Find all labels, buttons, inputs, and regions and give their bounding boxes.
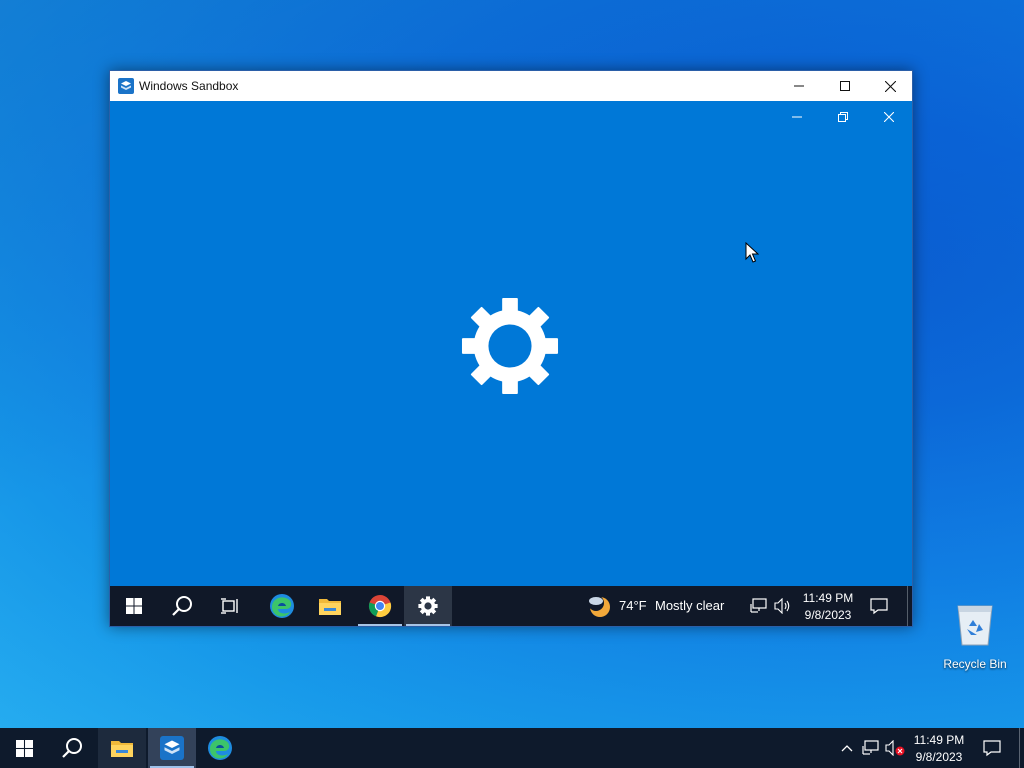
task-view-icon: [221, 598, 238, 614]
inner-close-button[interactable]: [874, 108, 904, 126]
edge-icon: [208, 736, 232, 760]
sandbox-task-view-button[interactable]: [206, 586, 254, 626]
minimize-button[interactable]: [776, 71, 822, 101]
edge-button[interactable]: [196, 728, 244, 768]
settings-icon: [418, 596, 438, 616]
settings-gear-icon: [461, 297, 559, 395]
close-icon: [884, 80, 896, 92]
window-titlebar[interactable]: Windows Sandbox: [110, 71, 912, 101]
minimize-icon: [792, 116, 802, 118]
weather-condition: Mostly clear: [655, 598, 725, 613]
volume-icon[interactable]: [774, 598, 792, 614]
file-explorer-button[interactable]: [98, 728, 146, 768]
sandbox-taskbar[interactable]: 74°F Mostly clear 11:49 PM 9/8/2023: [110, 586, 912, 626]
taskbar[interactable]: 11:49 PM 9/8/2023: [0, 728, 1024, 768]
restore-icon: [838, 112, 848, 122]
search-button[interactable]: [48, 728, 96, 768]
show-hidden-icons-button[interactable]: [836, 728, 858, 768]
running-indicator: [358, 624, 402, 626]
recycle-bin-icon: [957, 605, 993, 646]
running-indicator: [406, 624, 450, 626]
volume-muted-icon: [885, 740, 905, 756]
clock[interactable]: 11:49 PM 9/8/2023: [906, 732, 972, 766]
clock-time: 11:49 PM: [802, 591, 854, 605]
weather-moon-cloud-icon: [588, 595, 610, 617]
sandbox-settings-button[interactable]: [404, 586, 452, 626]
sandbox-screen[interactable]: 74°F Mostly clear 11:49 PM 9/8/2023: [110, 101, 912, 626]
network-button[interactable]: [860, 728, 882, 768]
file-explorer-icon: [111, 741, 133, 757]
minimize-icon: [794, 85, 804, 87]
windows-sandbox-icon: [118, 78, 134, 94]
weather-widget[interactable]: 74°F Mostly clear: [584, 586, 736, 626]
volume-button[interactable]: [884, 728, 906, 768]
start-icon: [15, 739, 33, 757]
network-icon: [862, 740, 879, 755]
clock-date: 9/8/2023: [804, 608, 852, 622]
close-button[interactable]: [867, 71, 913, 101]
maximize-icon: [840, 81, 850, 91]
sandbox-search-button[interactable]: [158, 586, 206, 626]
file-explorer-icon: [319, 599, 341, 615]
weather-temperature: 74°F: [619, 598, 647, 613]
windows-sandbox-icon: [160, 736, 184, 760]
sandbox-chrome-button[interactable]: [356, 586, 404, 626]
mouse-cursor-icon: [745, 242, 759, 263]
sandbox-clock[interactable]: 11:49 PM 9/8/2023: [796, 590, 860, 624]
search-icon: [172, 596, 192, 616]
chevron-up-icon: [841, 745, 853, 752]
inner-restore-button[interactable]: [828, 108, 858, 126]
action-center-button[interactable]: [980, 728, 1004, 768]
window-title: Windows Sandbox: [139, 79, 239, 93]
network-icon[interactable]: [750, 598, 768, 614]
chrome-icon: [368, 595, 392, 618]
notifications-icon: [983, 740, 1001, 757]
clock-date: 9/8/2023: [915, 750, 963, 764]
sandbox-window[interactable]: Windows Sandbox 74°F Mostly clear 11:49 …: [109, 70, 913, 627]
inner-minimize-button[interactable]: [782, 108, 812, 126]
start-button[interactable]: [0, 728, 48, 768]
start-icon: [126, 598, 142, 614]
close-icon: [884, 112, 894, 122]
clock-time: 11:49 PM: [913, 733, 965, 747]
show-desktop-button[interactable]: [1019, 728, 1020, 768]
search-icon: [62, 738, 82, 758]
sandbox-start-button[interactable]: [110, 586, 158, 626]
sandbox-edge-button[interactable]: [258, 586, 306, 626]
edge-icon: [270, 594, 294, 618]
maximize-button[interactable]: [822, 71, 868, 101]
notifications-icon[interactable]: [870, 597, 888, 615]
sandbox-file-explorer-button[interactable]: [306, 586, 354, 626]
recycle-bin-label: Recycle Bin: [943, 657, 1007, 671]
windows-sandbox-taskbar-button[interactable]: [148, 728, 196, 768]
show-desktop-button[interactable]: [907, 586, 908, 626]
recycle-bin-desktop-icon[interactable]: Recycle Bin: [940, 600, 1010, 671]
